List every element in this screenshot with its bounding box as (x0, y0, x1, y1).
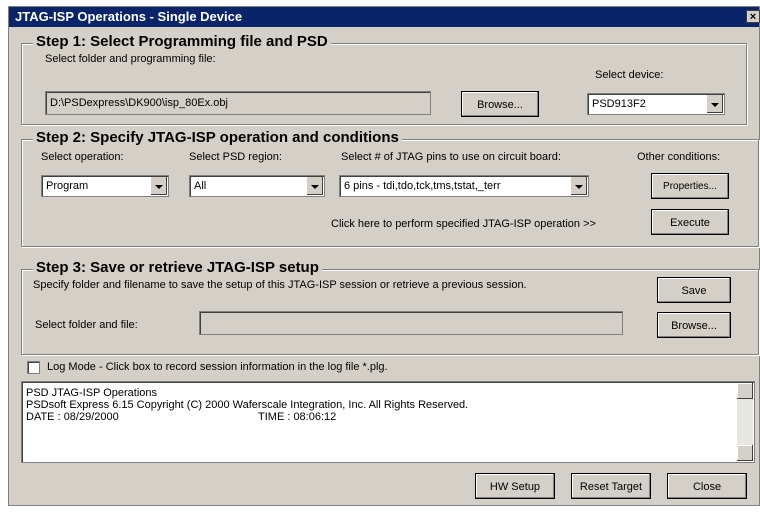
jtag-pins-select-value: 6 pins - tdi,tdo,tck,tms,tstat,_terr (344, 180, 501, 192)
setup-browse-button[interactable]: Browse... (657, 312, 731, 338)
hw-setup-button[interactable]: HW Setup (475, 473, 555, 499)
region-label: Select PSD region: (189, 151, 282, 163)
region-select-value: All (194, 180, 207, 192)
operation-label: Select operation: (41, 151, 124, 163)
log-mode-checkbox[interactable] (27, 361, 40, 374)
log-mode-label: Log Mode - Click box to record session i… (47, 361, 388, 373)
close-icon[interactable]: × (746, 10, 760, 23)
save-button[interactable]: Save (657, 277, 731, 303)
operation-select-value: Program (46, 180, 89, 192)
device-label: Select device: (595, 69, 664, 81)
log-line-date: DATE : 08/29/2000 (26, 411, 119, 423)
execute-hint: Click here to perform specified JTAG-ISP… (331, 218, 596, 230)
region-select[interactable]: All (189, 175, 325, 197)
jtag-pins-select[interactable]: 6 pins - tdi,tdo,tck,tms,tstat,_terr (339, 175, 589, 197)
step2-header: Step 2: Specify JTAG-ISP operation and c… (33, 129, 402, 146)
jtag-isp-dialog: JTAG-ISP Operations - Single Device × St… (8, 6, 760, 506)
chevron-down-icon[interactable] (150, 177, 167, 195)
chevron-down-icon[interactable] (306, 177, 323, 195)
execute-button[interactable]: Execute (651, 209, 729, 235)
session-log[interactable]: PSD JTAG-ISP Operations PSDsoft Express … (21, 381, 755, 463)
programming-file-label: Select folder and programming file: (45, 53, 216, 65)
other-conditions-label: Other conditions: (637, 151, 721, 163)
setup-file-label: Select folder and file: (35, 319, 138, 331)
log-line-time: TIME : 08:06:12 (258, 411, 337, 423)
title-bar[interactable]: JTAG-ISP Operations - Single Device × (9, 7, 760, 27)
step3-description: Specify folder and filename to save the … (33, 279, 527, 291)
log-line-title: PSD JTAG-ISP Operations (26, 387, 158, 399)
chevron-down-icon[interactable] (706, 95, 723, 113)
step1-header: Step 1: Select Programming file and PSD (33, 33, 331, 50)
window-title: JTAG-ISP Operations - Single Device (15, 9, 243, 24)
scroll-up-icon[interactable] (737, 383, 753, 399)
scroll-down-icon[interactable] (737, 445, 753, 461)
reset-target-button[interactable]: Reset Target (571, 473, 651, 499)
browse-file-button[interactable]: Browse... (461, 91, 539, 117)
setup-file-field[interactable] (199, 311, 623, 335)
programming-file-field[interactable]: D:\PSDexpress\DK900\isp_80Ex.obj (45, 91, 431, 115)
properties-button[interactable]: Properties... (651, 173, 729, 199)
log-scrollbar[interactable] (737, 383, 753, 461)
operation-select[interactable]: Program (41, 175, 169, 197)
device-select-value: PSD913F2 (592, 98, 646, 110)
jtag-pins-label: Select # of JTAG pins to use on circuit … (341, 151, 561, 163)
log-line-copyright: PSDsoft Express 6.15 Copyright (C) 2000 … (26, 399, 469, 411)
close-button[interactable]: Close (667, 473, 747, 499)
device-select[interactable]: PSD913F2 (587, 93, 725, 115)
chevron-down-icon[interactable] (570, 177, 587, 195)
step3-header: Step 3: Save or retrieve JTAG-ISP setup (33, 259, 322, 276)
